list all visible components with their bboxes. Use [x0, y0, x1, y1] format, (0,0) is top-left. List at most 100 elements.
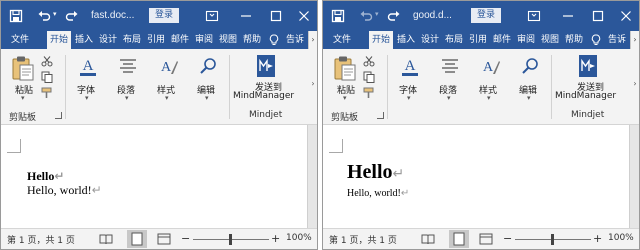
undo-dropdown-icon[interactable]: ▾ [53, 10, 57, 18]
paste-dropdown-icon[interactable]: ▾ [343, 94, 347, 102]
tab-layout[interactable]: 布局 [121, 31, 143, 49]
tab-design[interactable]: 设计 [419, 31, 441, 49]
send-to-label-line2[interactable]: MindManager [233, 91, 294, 101]
document-line-2[interactable]: Hello, world!↵ [347, 188, 409, 199]
paragraph-dropdown-icon[interactable]: ▾ [447, 94, 451, 102]
font-icon[interactable]: A [77, 55, 99, 79]
tab-help[interactable]: 帮助 [563, 31, 585, 49]
paste-icon[interactable] [333, 55, 357, 81]
maximize-icon[interactable] [269, 9, 283, 23]
mindmanager-icon[interactable] [577, 54, 599, 78]
tab-view[interactable]: 视图 [217, 31, 239, 49]
copy-icon[interactable] [363, 71, 375, 83]
cut-icon[interactable] [41, 56, 53, 67]
copy-icon[interactable] [41, 71, 53, 83]
mindmanager-icon[interactable] [255, 54, 277, 78]
styles-dropdown-icon[interactable]: ▾ [487, 94, 491, 102]
format-painter-icon[interactable] [363, 87, 375, 99]
zoom-slider-thumb[interactable] [551, 234, 554, 245]
login-button[interactable]: 登录 [471, 8, 501, 23]
read-mode-icon[interactable] [421, 233, 435, 245]
undo-dropdown-icon[interactable]: ▾ [375, 10, 379, 18]
document-area[interactable]: Hello↵ Hello, world!↵ [1, 125, 317, 230]
redo-icon[interactable] [387, 9, 401, 23]
web-layout-icon[interactable] [157, 233, 171, 245]
redo-icon[interactable] [65, 9, 79, 23]
tab-home[interactable]: 开始 [47, 31, 71, 49]
paragraph-icon[interactable] [117, 55, 139, 79]
editing-dropdown-icon[interactable]: ▾ [205, 94, 209, 102]
lightbulb-icon[interactable] [269, 34, 279, 46]
styles-icon[interactable]: A [157, 55, 179, 79]
zoom-slider-thumb[interactable] [229, 234, 232, 245]
maximize-icon[interactable] [591, 9, 605, 23]
tab-file[interactable]: 文件 [325, 31, 359, 49]
minimize-icon[interactable] [239, 9, 253, 23]
ribbon-display-options-icon[interactable] [205, 9, 219, 23]
login-button[interactable]: 登录 [149, 8, 179, 23]
tab-review[interactable]: 审阅 [515, 31, 537, 49]
save-icon[interactable] [331, 9, 345, 23]
zoom-out-button[interactable]: − [181, 232, 190, 245]
undo-icon[interactable] [359, 9, 373, 23]
editing-dropdown-icon[interactable]: ▾ [527, 94, 531, 102]
format-painter-icon[interactable] [41, 87, 53, 99]
vertical-scrollbar[interactable] [307, 125, 317, 230]
styles-dropdown-icon[interactable]: ▾ [165, 94, 169, 102]
undo-icon[interactable] [37, 9, 51, 23]
tab-mailings[interactable]: 邮件 [491, 31, 513, 49]
tab-help[interactable]: 帮助 [241, 31, 263, 49]
page-count[interactable]: 第 1 页，共 1 页 [329, 233, 397, 246]
zoom-in-button[interactable]: + [271, 232, 280, 245]
paste-dropdown-icon[interactable]: ▾ [21, 94, 25, 102]
font-icon[interactable]: A [399, 55, 421, 79]
close-icon[interactable] [297, 9, 311, 23]
styles-icon[interactable]: A [479, 55, 501, 79]
lightbulb-icon[interactable] [591, 34, 601, 46]
read-mode-icon[interactable] [99, 233, 113, 245]
paste-icon[interactable] [11, 55, 35, 81]
document-line-1[interactable]: Hello↵ [347, 161, 404, 184]
tab-insert[interactable]: 插入 [395, 31, 417, 49]
tab-review[interactable]: 审阅 [193, 31, 215, 49]
vertical-scrollbar[interactable] [629, 125, 639, 230]
tab-file[interactable]: 文件 [3, 31, 37, 49]
tab-tell-me[interactable]: 告诉 [605, 31, 629, 49]
tab-mailings[interactable]: 邮件 [169, 31, 191, 49]
web-layout-icon[interactable] [479, 233, 493, 245]
zoom-in-button[interactable]: + [593, 232, 602, 245]
zoom-out-button[interactable]: − [503, 232, 512, 245]
tab-layout[interactable]: 布局 [443, 31, 465, 49]
close-icon[interactable] [619, 9, 633, 23]
print-layout-icon[interactable] [449, 230, 469, 248]
tab-home[interactable]: 开始 [369, 31, 393, 49]
clipboard-dialog-launcher-icon[interactable] [377, 112, 384, 119]
document-area[interactable]: Hello↵ Hello, world!↵ [323, 125, 639, 230]
font-dropdown-icon[interactable]: ▾ [407, 94, 411, 102]
ribbon-scroll-right-icon[interactable]: › [631, 79, 639, 93]
tab-design[interactable]: 设计 [97, 31, 119, 49]
save-icon[interactable] [9, 9, 23, 23]
magnifier-icon[interactable] [519, 55, 541, 79]
ribbon-scroll-right-icon[interactable]: › [309, 79, 317, 93]
tab-tell-me[interactable]: 告诉 [283, 31, 307, 49]
tab-insert[interactable]: 插入 [73, 31, 95, 49]
minimize-icon[interactable] [561, 9, 575, 23]
print-layout-icon[interactable] [127, 230, 147, 248]
page-count[interactable]: 第 1 页，共 1 页 [7, 233, 75, 246]
tabs-scroll-right-icon[interactable]: › [308, 31, 317, 49]
zoom-level[interactable]: 100% [286, 233, 312, 243]
paragraph-icon[interactable] [439, 55, 461, 79]
tabs-scroll-right-icon[interactable]: › [630, 31, 639, 49]
send-to-label-line2[interactable]: MindManager [555, 91, 616, 101]
tab-view[interactable]: 视图 [539, 31, 561, 49]
cut-icon[interactable] [363, 56, 375, 67]
font-dropdown-icon[interactable]: ▾ [85, 94, 89, 102]
tab-references[interactable]: 引用 [467, 31, 489, 49]
document-line-2[interactable]: Hello, world!↵ [27, 183, 102, 198]
clipboard-dialog-launcher-icon[interactable] [55, 112, 62, 119]
document-line-1[interactable]: Hello↵ [27, 169, 64, 184]
zoom-level[interactable]: 100% [608, 233, 634, 243]
ribbon-display-options-icon[interactable] [527, 9, 541, 23]
tab-references[interactable]: 引用 [145, 31, 167, 49]
